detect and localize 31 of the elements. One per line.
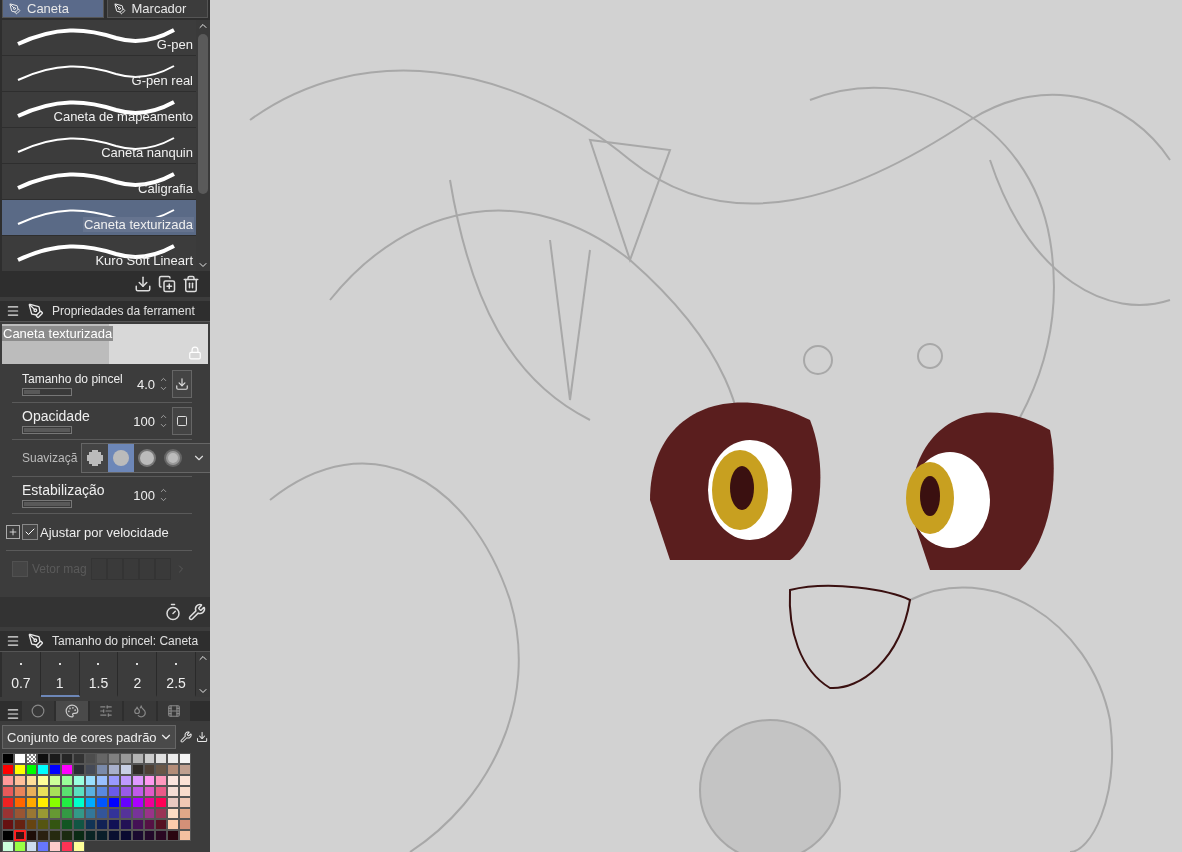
brush-item[interactable]: Caligrafia	[2, 164, 196, 199]
property-label: Opacidade	[22, 408, 91, 424]
brush-size-option[interactable]: 2	[118, 652, 158, 697]
brush-size-option[interactable]: 1	[40, 652, 80, 697]
brush-label: Caneta texturizada	[82, 217, 194, 232]
brush-size-option[interactable]: 0.7	[2, 652, 41, 697]
property-label: Estabilização	[22, 482, 106, 498]
property-label: Suavizaçã	[21, 451, 78, 465]
property-value: 100	[133, 487, 155, 503]
brush-item[interactable]: Caneta de mapeamento	[2, 92, 196, 127]
property-value: 4.0	[136, 376, 155, 392]
property-value: 100	[133, 413, 155, 429]
brush-item[interactable]: Caneta nanquin	[2, 128, 196, 163]
brush-item[interactable]: G-pen real	[2, 56, 196, 91]
preview-label: Caneta texturizada	[2, 326, 114, 341]
tool-tab[interactable]: Caneta	[2, 0, 104, 18]
property-label: Tamanho do pincel	[22, 372, 124, 386]
color-set-dropdown[interactable]: Conjunto de cores padrão	[2, 725, 176, 749]
brush-label: Caligrafia	[137, 181, 194, 196]
brush-label: G-pen real	[130, 73, 194, 88]
panel-title: Tamanho do pincel: Caneta	[52, 634, 199, 648]
brush-size-option[interactable]: 2.5	[157, 652, 196, 697]
brush-label: G-pen	[155, 37, 194, 52]
checkbox-label: Ajustar por velocidade	[40, 524, 169, 540]
brush-label: Caneta nanquin	[100, 145, 194, 160]
panel-title: Propriedades da ferrament	[52, 304, 195, 318]
brush-label: Caneta de mapeamento	[52, 109, 194, 124]
brush-item[interactable]: G-pen	[2, 20, 196, 55]
tool-tab[interactable]: Marcador	[106, 0, 208, 18]
brush-item[interactable]: Caneta texturizada	[2, 200, 196, 235]
brush-size-option[interactable]: 1.5	[79, 652, 119, 697]
